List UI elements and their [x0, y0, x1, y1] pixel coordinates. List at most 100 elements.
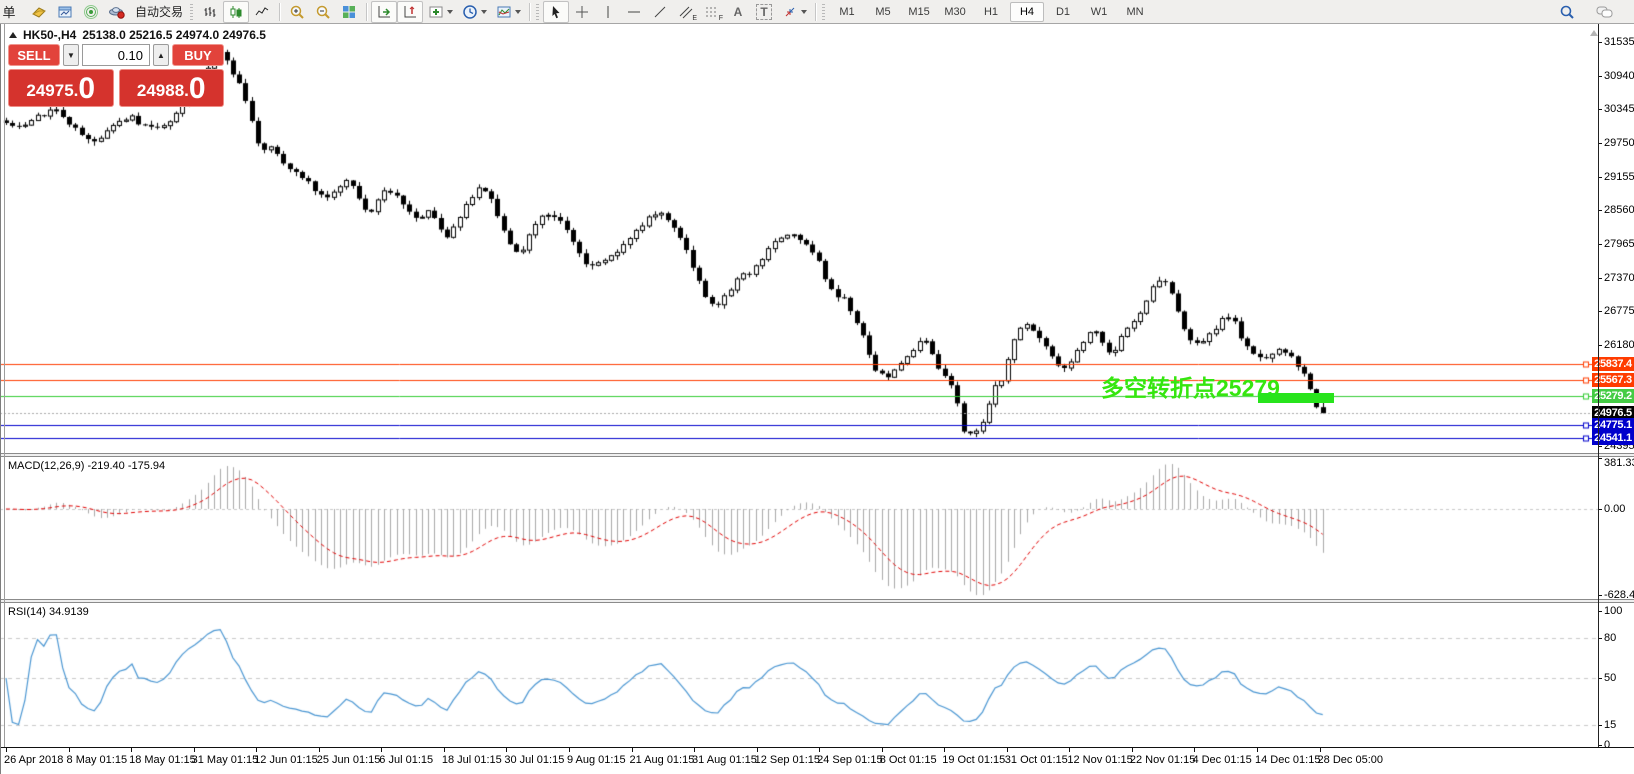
time-axis-tick: [694, 748, 695, 752]
fibonacci-icon[interactable]: F: [699, 1, 725, 23]
tf-d1-button[interactable]: D1: [1046, 2, 1080, 22]
time-axis-tick: [381, 748, 382, 752]
time-axis-label: 19 Oct 01:15: [942, 754, 1005, 766]
price-chart-canvas[interactable]: [0, 24, 1598, 453]
tf-m30-button[interactable]: M30: [938, 2, 972, 22]
tf-h1-button[interactable]: H1: [974, 2, 1008, 22]
toolbar-grip[interactable]: [822, 4, 825, 20]
tf-h4-button[interactable]: H4: [1010, 2, 1044, 22]
chart-window-icon[interactable]: [52, 1, 78, 23]
time-axis-label: 18 Jul 01:15: [442, 754, 502, 766]
arrows-tool-button[interactable]: [777, 1, 811, 23]
tf-m5-button[interactable]: M5: [866, 2, 900, 22]
collapse-panel-icon[interactable]: [9, 32, 17, 38]
macd-name: MACD(12,26,9): [8, 460, 84, 472]
tf-mn-button[interactable]: MN: [1118, 2, 1152, 22]
macd-label: MACD(12,26,9) -219.40 -175.94: [8, 460, 165, 472]
time-axis-label: 14 Dec 01:15: [1255, 754, 1320, 766]
macd-canvas[interactable]: [0, 457, 1598, 599]
tile-windows-icon[interactable]: [336, 1, 362, 23]
chevron-down-icon: [801, 10, 807, 14]
time-axis-label: 21 Aug 01:15: [630, 754, 695, 766]
time-axis-tick: [69, 748, 70, 752]
line-chart-icon[interactable]: [249, 1, 275, 23]
chat-icon[interactable]: [1592, 1, 1618, 23]
time-axis-tick: [944, 748, 945, 752]
time-axis-label: 31 May 01:15: [192, 754, 259, 766]
wallet-icon[interactable]: [26, 1, 52, 23]
time-axis-tick: [757, 748, 758, 752]
autotrading-button[interactable]: 自动交易: [130, 1, 188, 23]
autoscroll-icon[interactable]: [371, 1, 397, 23]
toolbar-grip[interactable]: [190, 4, 193, 20]
text-label-tool-icon[interactable]: T: [751, 1, 777, 23]
time-axis-tick: [1069, 748, 1070, 752]
buy-price-panel[interactable]: 24988.0: [119, 69, 225, 107]
price-scale-border[interactable]: [1598, 24, 1599, 747]
time-axis-label: 12 Nov 01:15: [1067, 754, 1132, 766]
chevron-down-icon: [515, 10, 521, 14]
sell-price-main: 24975: [26, 78, 73, 104]
new-order-button[interactable]: 单: [0, 1, 26, 23]
crosshair-icon[interactable]: [569, 1, 595, 23]
rsi-canvas[interactable]: [0, 603, 1598, 747]
tf-w1-button[interactable]: W1: [1082, 2, 1116, 22]
time-axis-tick: [1257, 748, 1258, 752]
toolbar-separator: [529, 3, 530, 21]
volume-down-button[interactable]: ▼: [63, 44, 79, 66]
new-order-label: 单: [2, 2, 15, 21]
candlestick-chart-icon[interactable]: [223, 1, 249, 23]
autotrading-label: 自动交易: [131, 3, 187, 20]
autotrading-icon[interactable]: [104, 1, 130, 23]
periods-button[interactable]: [457, 1, 491, 23]
signal-icon[interactable]: [78, 1, 104, 23]
bar-chart-icon[interactable]: [197, 1, 223, 23]
equidistant-channel-icon[interactable]: E: [673, 1, 699, 23]
time-axis-label: 30 Jul 01:15: [504, 754, 564, 766]
highlight-rectangle[interactable]: [1258, 393, 1334, 403]
cursor-icon[interactable]: [543, 1, 569, 23]
buy-button[interactable]: BUY: [172, 44, 224, 66]
toolbar-grip[interactable]: [536, 4, 539, 20]
pivot-annotation-text[interactable]: 多空转折点25279: [1101, 369, 1280, 403]
time-axis-tick: [6, 748, 7, 752]
tf-m1-button[interactable]: M1: [830, 2, 864, 22]
rsi-panel: RSI(14) 34.9139 1008050150: [0, 603, 1634, 747]
time-axis-tick: [1007, 748, 1008, 752]
one-click-trade-panel: SELL ▼ ▲ BUY 24975.0 24988.0: [8, 44, 224, 107]
time-axis-label: 31 Aug 01:15: [692, 754, 757, 766]
zoom-out-icon[interactable]: [310, 1, 336, 23]
indicators-button[interactable]: [423, 1, 457, 23]
main-chart-panel: HK50-,H4 25138.0 25216.5 24974.0 24976.5…: [0, 24, 1634, 453]
rsi-label: RSI(14) 34.9139: [8, 606, 89, 618]
price-tick-label: 29155.5: [1604, 171, 1634, 183]
time-axis-label: 31 Oct 01:15: [1005, 754, 1068, 766]
time-axis-tick: [256, 748, 257, 752]
volume-up-button[interactable]: ▲: [153, 44, 169, 66]
search-icon[interactable]: [1554, 1, 1580, 23]
sell-button[interactable]: SELL: [8, 44, 60, 66]
text-tool-icon[interactable]: A: [725, 1, 751, 23]
time-axis-tick: [1194, 748, 1195, 752]
zoom-in-icon[interactable]: [284, 1, 310, 23]
rsi-tick-label: 50: [1604, 672, 1616, 684]
horizontal-line-icon[interactable]: [621, 1, 647, 23]
sell-price-panel[interactable]: 24975.0: [8, 69, 114, 107]
time-axis-label: 8 May 01:15: [67, 754, 128, 766]
trendline-icon[interactable]: [647, 1, 673, 23]
time-axis[interactable]: 26 Apr 20188 May 01:1518 May 01:1531 May…: [0, 747, 1634, 774]
ohlc-label: 25138.0 25216.5 24974.0 24976.5: [82, 28, 266, 42]
vertical-line-icon[interactable]: [595, 1, 621, 23]
macd-values: -219.40 -175.94: [87, 460, 165, 472]
time-axis-tick: [506, 748, 507, 752]
toolbar-separator: [366, 3, 367, 21]
templates-button[interactable]: [491, 1, 525, 23]
time-axis-label: 8 Oct 01:15: [880, 754, 937, 766]
volume-input[interactable]: [82, 44, 150, 66]
time-axis-label: 25 Jun 01:15: [317, 754, 381, 766]
fibo-sub-label: F: [719, 15, 723, 22]
tf-m15-button[interactable]: M15: [902, 2, 936, 22]
macd-tick-label: 0.00: [1604, 503, 1625, 515]
window-edge: [4, 24, 5, 747]
chart-shift-icon[interactable]: [397, 1, 423, 23]
